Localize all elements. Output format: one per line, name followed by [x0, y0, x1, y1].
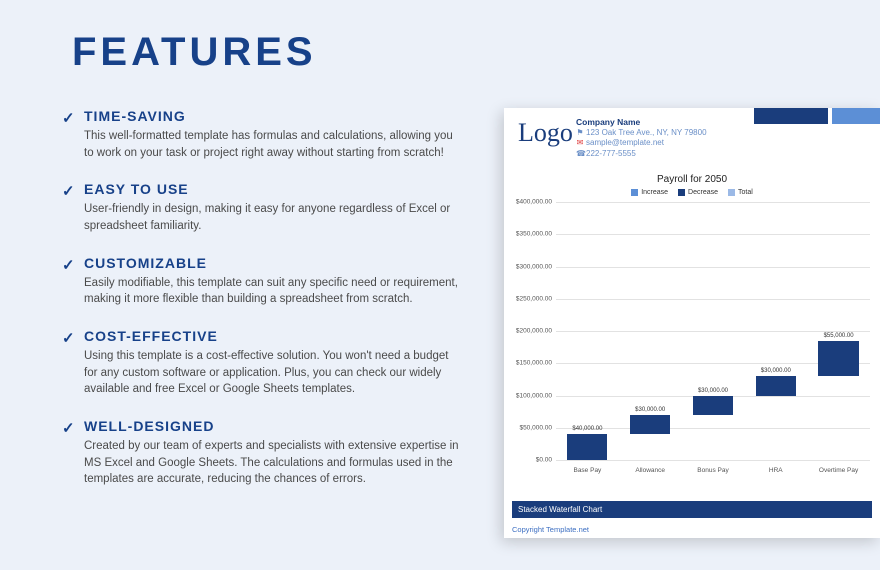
y-tick-label: $0.00 [510, 457, 552, 464]
waterfall-bar [818, 341, 858, 376]
chart: Payroll for 2050 Increase Decrease Total… [504, 164, 880, 460]
company-address: ⚑123 Oak Tree Ave., NY, NY 79800 [576, 128, 707, 138]
bar-column: $30,000.00Bonus Pay [682, 202, 745, 460]
feature-item: ✓ COST-EFFECTIVE Using this template is … [62, 328, 462, 398]
check-icon: ✓ [62, 182, 75, 200]
y-tick-label: $400,000.00 [510, 199, 552, 206]
bar-column: $30,000.00Allowance [619, 202, 682, 460]
legend-swatch [678, 189, 685, 196]
phone-icon: ☎ [576, 149, 584, 159]
y-tick-label: $200,000.00 [510, 328, 552, 335]
check-icon: ✓ [62, 329, 75, 347]
feature-item: ✓ EASY TO USE User-friendly in design, m… [62, 181, 462, 234]
feature-item: ✓ CUSTOMIZABLE Easily modifiable, this t… [62, 255, 462, 308]
y-tick-label: $50,000.00 [510, 424, 552, 431]
preview-header: Logo Company Name ⚑123 Oak Tree Ave., NY… [504, 108, 880, 164]
template-preview: Logo Company Name ⚑123 Oak Tree Ave., NY… [504, 108, 880, 538]
bar-column: $30,000.00HRA [744, 202, 807, 460]
preview-copyright: Copyright Template.net [512, 525, 589, 534]
y-tick-label: $100,000.00 [510, 392, 552, 399]
chart-legend: Increase Decrease Total [510, 189, 874, 196]
features-list: ✓ TIME-SAVING This well-formatted templa… [62, 108, 462, 508]
company-phone: ☎222-777-5555 [576, 149, 707, 159]
feature-heading: TIME-SAVING [84, 108, 462, 124]
chart-title: Payroll for 2050 [510, 174, 874, 185]
legend-item: Decrease [678, 189, 718, 196]
waterfall-bar [567, 434, 607, 460]
feature-body: Using this template is a cost-effective … [62, 348, 462, 398]
feature-heading: WELL-DESIGNED [84, 418, 462, 434]
feature-body: Easily modifiable, this template can sui… [62, 275, 462, 308]
check-icon: ✓ [62, 109, 75, 127]
company-name: Company Name [576, 117, 707, 128]
preview-footer-bar: Stacked Waterfall Chart [512, 501, 872, 518]
feature-item: ✓ WELL-DESIGNED Created by our team of e… [62, 418, 462, 488]
x-tick-label: Overtime Pay [807, 467, 870, 474]
x-tick-label: HRA [744, 467, 807, 474]
mail-icon: ✉ [576, 138, 584, 148]
bar-value-label: $55,000.00 [807, 333, 870, 339]
feature-item: ✓ TIME-SAVING This well-formatted templa… [62, 108, 462, 161]
bar-value-label: $30,000.00 [744, 368, 807, 374]
legend-item: Total [728, 189, 753, 196]
check-icon: ✓ [62, 419, 75, 437]
bar-value-label: $40,000.00 [556, 426, 619, 432]
logo-text: Logo [518, 118, 573, 148]
feature-body: Created by our team of experts and speci… [62, 438, 462, 488]
bar-column: $55,000.00Overtime Pay [807, 202, 870, 460]
legend-swatch [728, 189, 735, 196]
feature-heading: EASY TO USE [84, 181, 462, 197]
waterfall-bar [630, 415, 670, 434]
bar-value-label: $30,000.00 [682, 388, 745, 394]
page-title: FEATURES [72, 30, 317, 75]
x-tick-label: Bonus Pay [682, 467, 745, 474]
bars-row: $40,000.00Base Pay$30,000.00Allowance$30… [556, 202, 870, 460]
feature-body: User-friendly in design, making it easy … [62, 201, 462, 234]
x-tick-label: Allowance [619, 467, 682, 474]
waterfall-bar [693, 396, 733, 415]
bar-value-label: $30,000.00 [619, 407, 682, 413]
x-tick-label: Base Pay [556, 467, 619, 474]
chart-plot-area: $0.00$50,000.00$100,000.00$150,000.00$20… [556, 202, 870, 460]
pin-icon: ⚑ [576, 128, 584, 138]
feature-body: This well-formatted template has formula… [62, 128, 462, 161]
company-email: ✉sample@template.net [576, 138, 707, 148]
y-tick-label: $150,000.00 [510, 360, 552, 367]
waterfall-bar [756, 376, 796, 395]
gridline [556, 460, 870, 461]
legend-swatch [631, 189, 638, 196]
feature-heading: COST-EFFECTIVE [84, 328, 462, 344]
y-tick-label: $300,000.00 [510, 263, 552, 270]
legend-item: Increase [631, 189, 668, 196]
check-icon: ✓ [62, 256, 75, 274]
feature-heading: CUSTOMIZABLE [84, 255, 462, 271]
y-tick-label: $350,000.00 [510, 231, 552, 238]
company-block: Company Name ⚑123 Oak Tree Ave., NY, NY … [576, 117, 707, 159]
bar-column: $40,000.00Base Pay [556, 202, 619, 460]
y-tick-label: $250,000.00 [510, 295, 552, 302]
